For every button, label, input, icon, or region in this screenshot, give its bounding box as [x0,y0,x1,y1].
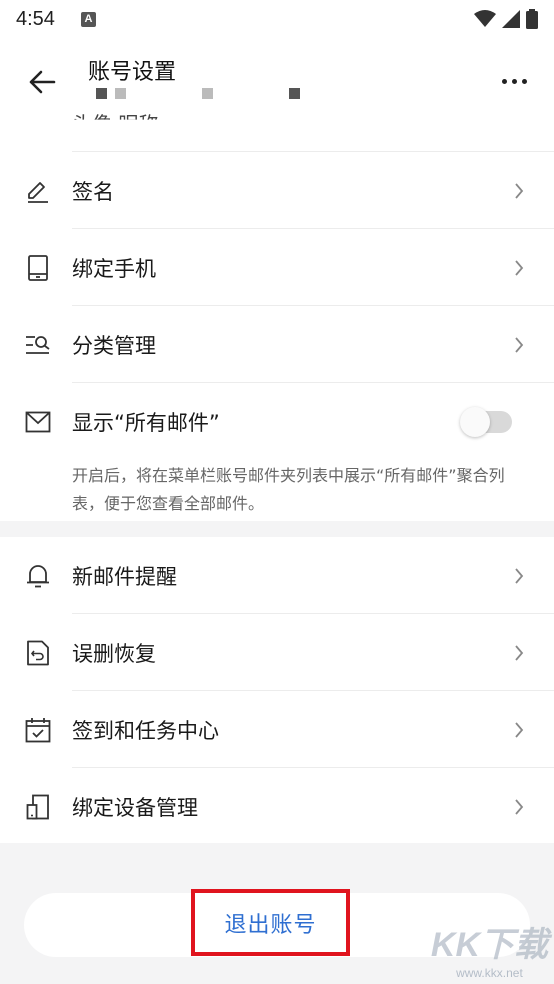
pen-icon [24,177,52,205]
chevron-right-icon [512,643,526,663]
row-show-all-mail: 显示“所有邮件” [0,383,554,460]
status-icons [474,9,538,29]
settings-list-2: 新邮件提醒 误删恢复 签到和任务中心 绑定设备管理 [0,537,554,845]
mail-icon [24,408,52,436]
chevron-right-icon [512,720,526,740]
chevron-right-icon [512,258,526,278]
bell-icon [24,562,52,590]
show-all-mail-description: 开启后，将在菜单栏账号邮件夹列表中展示“所有邮件”聚合列表，便于您查看全部邮件。 [72,466,505,513]
chevron-right-icon [512,797,526,817]
phone-icon [24,254,52,282]
row-label: 绑定手机 [72,256,156,281]
row-label: 新邮件提醒 [72,564,177,589]
chevron-right-icon [512,181,526,201]
page-title: 账号设置 [88,60,177,85]
row-category-management[interactable]: 分类管理 [0,306,554,383]
arrow-left-icon [29,70,56,94]
row-label: 绑定设备管理 [72,795,198,820]
row-label: 签名 [72,179,114,204]
dot-icon [521,78,527,84]
dot-icon [501,78,507,84]
row-new-mail-alert[interactable]: 新邮件提醒 [0,537,554,614]
watermark-url: www.kkx.net [456,966,523,980]
row-bind-phone[interactable]: 绑定手机 [0,229,554,306]
row-label: 分类管理 [72,333,156,358]
logout-button[interactable]: 退出账号 [191,889,350,956]
notification-icon: A [80,11,96,27]
logout-label: 退出账号 [224,912,317,938]
signal-icon [502,10,520,28]
row-signature[interactable]: 签名 [0,152,554,229]
restore-icon [24,639,52,667]
section-separator [0,521,554,537]
calendar-check-icon [24,716,52,744]
dot-icon [511,78,517,84]
settings-list-1: 签名 绑定手机 分类管理 显示“所有邮件” [0,152,554,460]
wifi-icon [474,10,496,28]
watermark: KK下载 www.kkx.net [431,917,548,980]
watermark-logo: KK下载 [430,926,548,964]
toggle-knob [460,406,490,437]
status-time: 4:54 [16,7,55,30]
battery-icon [526,9,538,29]
row-label: 误删恢复 [72,641,156,666]
row-label: 显示“所有邮件” [72,410,220,435]
row-label: 签到和任务中心 [72,718,219,743]
more-options-button[interactable] [496,66,532,96]
devices-icon [24,793,52,821]
account-address-redacted [96,88,300,99]
row-bound-devices[interactable]: 绑定设备管理 [0,768,554,845]
category-search-icon [24,331,52,359]
list-item-partial[interactable]: 头像 昵称 [0,104,554,152]
row-deleted-recovery[interactable]: 误删恢复 [0,614,554,691]
chevron-right-icon [512,566,526,586]
row-checkin-task-center[interactable]: 签到和任务中心 [0,691,554,768]
chevron-right-icon [512,335,526,355]
partial-item-label: 头像 昵称 [72,112,159,136]
status-bar: 4:54 A [0,0,554,38]
back-button[interactable] [24,64,60,100]
show-all-mail-toggle[interactable] [460,406,512,437]
